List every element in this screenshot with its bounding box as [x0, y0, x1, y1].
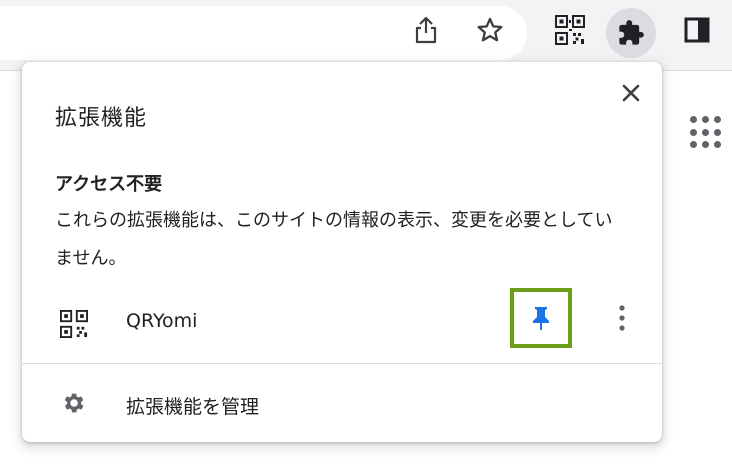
extensions-popup: 拡張機能 アクセス不要 これらの拡張機能は、このサイトの情報の表示、変更を必要と… — [22, 62, 662, 442]
manage-extensions-label: 拡張機能を管理 — [126, 396, 260, 418]
gear-icon — [60, 390, 88, 418]
address-bar[interactable] — [0, 6, 527, 60]
qr-code-icon — [59, 310, 88, 338]
share-icon[interactable] — [410, 14, 442, 46]
apps-grid-icon[interactable] — [690, 116, 724, 150]
extension-name: QRYomi — [126, 310, 198, 332]
manage-extensions-button[interactable]: 拡張機能を管理 — [22, 374, 662, 434]
qr-code-icon[interactable] — [554, 14, 586, 46]
popup-title: 拡張機能 — [55, 106, 148, 131]
pin-icon[interactable] — [518, 298, 564, 338]
browser-toolbar — [0, 0, 732, 71]
more-options-icon[interactable] — [608, 300, 636, 336]
close-icon[interactable] — [616, 78, 646, 108]
side-panel-icon[interactable] — [681, 14, 713, 46]
extensions-puzzle-icon[interactable] — [606, 8, 656, 58]
bookmark-star-icon[interactable] — [474, 14, 506, 46]
divider — [22, 363, 662, 364]
section-description: これらの拡張機能は、このサイトの情報の表示、変更を必要としていません。 — [55, 210, 613, 269]
section-heading: アクセス不要 — [55, 174, 163, 195]
extension-row-qryomi[interactable]: QRYomi — [22, 288, 662, 358]
